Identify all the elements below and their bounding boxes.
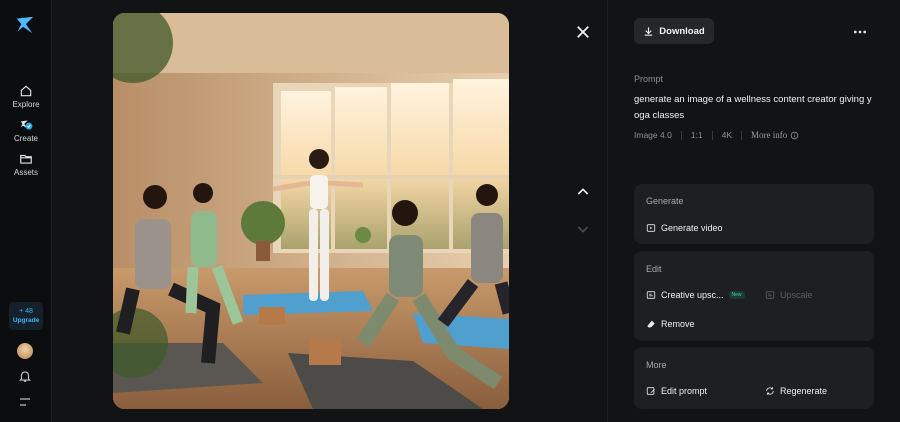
image-meta: Image 4.0 1:1 4K More info (634, 130, 799, 140)
resolution: 4K (721, 130, 733, 140)
home-icon (20, 85, 32, 97)
chevron-up-icon[interactable] (575, 184, 591, 200)
generate-video-button[interactable]: Generate video (646, 223, 723, 233)
remove-label: Remove (661, 319, 695, 329)
sidebar-item-explore[interactable]: Explore (0, 84, 52, 109)
generate-video-label: Generate video (661, 223, 723, 233)
bell-icon[interactable] (18, 369, 32, 383)
edit-title: Edit (646, 264, 662, 274)
eraser-icon (647, 320, 655, 328)
video-icon (646, 224, 656, 232)
left-sidebar: Explore Create Assets + 48 Upgrade (0, 0, 52, 422)
avatar[interactable] (17, 343, 33, 359)
regenerate-label: Regenerate (780, 386, 828, 396)
edit-prompt-icon (646, 387, 655, 395)
generated-image[interactable] (113, 13, 509, 409)
chevron-down-icon[interactable] (575, 221, 591, 237)
prompt-text: generate an image of a wellness content … (634, 94, 872, 121)
info-icon (791, 131, 799, 139)
upscale-label: Upscale (780, 290, 813, 300)
upscale-disabled-icon (765, 291, 775, 299)
model-name: Image 4.0 (634, 130, 672, 140)
sidebar-item-assets[interactable]: Assets (0, 152, 52, 177)
sidebar-item-create[interactable]: Create (0, 118, 52, 143)
prompt-label: Prompt (634, 74, 664, 84)
sidebar-item-label: Create (13, 134, 38, 143)
app-logo-icon[interactable] (14, 14, 36, 36)
creative-upscale-button[interactable]: Creative upsc... New (646, 290, 745, 300)
credits-count: + 48 (19, 308, 33, 315)
more-title: More (646, 360, 667, 370)
sidebar-item-label: Assets (13, 168, 38, 177)
folder-icon (20, 154, 32, 164)
menu-icon[interactable] (19, 397, 31, 407)
creative-upscale-label: Creative upsc... (661, 290, 724, 300)
generate-title: Generate (646, 196, 684, 206)
regenerate-button[interactable]: Regenerate (765, 386, 827, 396)
download-button[interactable]: Download (634, 18, 714, 44)
edit-prompt-label: Edit prompt (661, 386, 708, 396)
close-icon[interactable] (574, 23, 592, 41)
create-icon (20, 120, 33, 130)
meta-divider (741, 130, 743, 140)
sidebar-item-label: Explore (12, 100, 40, 109)
meta-divider (711, 130, 713, 140)
aspect-ratio: 1:1 (690, 130, 703, 140)
more-options-icon[interactable] (852, 24, 868, 40)
upgrade-label: Upgrade (12, 317, 40, 324)
download-icon (645, 26, 653, 36)
upscale-icon (646, 291, 656, 299)
yoga-class-photo (113, 13, 509, 409)
new-badge: New (728, 291, 745, 299)
meta-divider (680, 130, 682, 140)
panel-divider (607, 0, 608, 422)
edit-prompt-button[interactable]: Edit prompt (646, 386, 707, 396)
upscale-button[interactable]: Upscale (765, 290, 813, 300)
regenerate-icon (766, 387, 774, 395)
more-info-link[interactable]: More info (751, 130, 799, 140)
edit-card: Edit Creative upsc... New Upscale Remove (634, 251, 874, 341)
upgrade-button[interactable]: + 48 Upgrade (9, 302, 43, 330)
download-label: Download (659, 25, 705, 37)
more-card: More Edit prompt Regenerate (634, 347, 874, 409)
remove-button[interactable]: Remove (646, 319, 695, 329)
more-info-label: More info (751, 130, 788, 140)
generate-card: Generate Generate video (634, 184, 874, 244)
